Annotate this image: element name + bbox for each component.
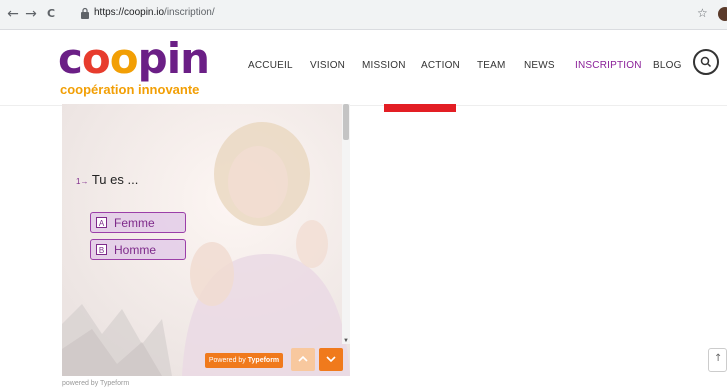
next-question-button[interactable]	[319, 348, 343, 371]
option-key-a: A	[96, 217, 107, 228]
nav-accueil[interactable]: ACCUEIL	[248, 60, 293, 71]
coopin-logo[interactable]: coopin coopération innovante	[58, 34, 210, 98]
nav-inscription[interactable]: INSCRIPTION	[575, 60, 642, 71]
reload-icon[interactable]: C	[42, 5, 60, 23]
option-label-homme: Homme	[114, 243, 157, 257]
scrollbar-thumb[interactable]	[343, 104, 349, 140]
question-label: Tu es ...	[91, 172, 139, 187]
powered-by-footer[interactable]: powered by Typeform	[62, 380, 129, 387]
form-scrollbar[interactable]	[342, 104, 350, 344]
search-button[interactable]	[693, 49, 719, 75]
powered-prefix: Powered by	[208, 357, 246, 364]
nav-mission[interactable]: MISSION	[362, 60, 406, 71]
logo-letter-c: c	[58, 34, 83, 83]
url-path: /inscription/	[164, 7, 215, 18]
question-number: 1→	[76, 177, 89, 186]
address-bar[interactable]: https://coopin.io/inscription/	[78, 4, 688, 24]
url-host: https://coopin.io	[94, 7, 165, 18]
arrow-up-icon: ↑	[714, 353, 723, 364]
question-text: 1→ Tu es ...	[76, 172, 138, 187]
lock-icon	[81, 7, 89, 19]
logo-wordmark: coopin	[58, 34, 210, 83]
previous-question-button[interactable]	[291, 348, 315, 371]
option-key-b: B	[96, 244, 107, 255]
chevron-down-icon	[326, 356, 336, 363]
logo-letters-pin: pin	[137, 34, 210, 83]
red-cta-button[interactable]	[384, 104, 456, 112]
scroll-down-arrow-icon[interactable]: ▼	[343, 338, 349, 344]
nav-vision[interactable]: VISION	[310, 60, 345, 71]
bookmark-star-icon[interactable]: ☆	[697, 6, 708, 20]
nav-team[interactable]: TEAM	[477, 60, 506, 71]
profile-avatar[interactable]	[718, 7, 727, 21]
powered-by-typeform-button[interactable]: Powered by Typeform	[205, 353, 283, 368]
back-icon[interactable]: ←	[4, 5, 22, 23]
nav-action[interactable]: ACTION	[421, 60, 460, 71]
option-femme[interactable]: A Femme	[90, 212, 186, 233]
site-header: coopin coopération innovante ACCUEIL VIS…	[0, 30, 727, 106]
url-text: https://coopin.io/inscription/	[94, 7, 215, 18]
logo-letter-o-orange: o	[109, 34, 139, 83]
powered-brand: Typeform	[247, 357, 280, 364]
option-label-femme: Femme	[114, 216, 155, 230]
nav-blog[interactable]: BLOG	[653, 60, 682, 71]
back-to-top-button[interactable]: ↑	[708, 348, 727, 372]
logo-tagline: coopération innovante	[60, 82, 200, 97]
nav-news[interactable]: NEWS	[524, 60, 555, 71]
browser-toolbar: ← → C https://coopin.io/inscription/ ☆	[0, 0, 727, 30]
logo-letter-o-red: o	[81, 34, 111, 83]
forward-icon[interactable]: →	[22, 5, 40, 23]
search-icon	[700, 56, 712, 68]
chevron-up-icon	[298, 355, 308, 362]
option-homme[interactable]: B Homme	[90, 239, 186, 260]
